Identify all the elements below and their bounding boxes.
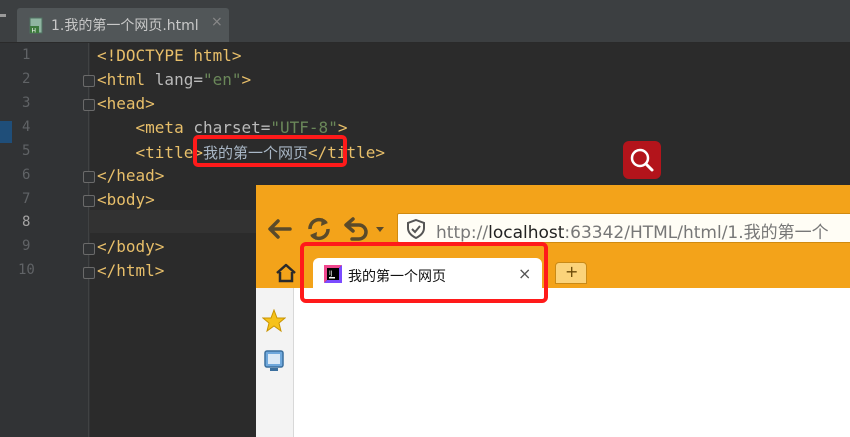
code-attr: lang= (154, 70, 203, 89)
code-line-3[interactable]: <head> (97, 94, 155, 113)
code-tag: <html (97, 70, 155, 89)
line-number: 4 (22, 119, 31, 135)
line-number-gutter (0, 43, 90, 437)
html-file-icon: H (29, 17, 43, 34)
url-text[interactable]: http://localhost:63342/HTML/html/1.我的第一个 (436, 218, 829, 243)
code-line-7[interactable]: <body> (97, 190, 155, 209)
fold-marker-icon[interactable] (83, 243, 95, 255)
gutter-marker (0, 121, 12, 143)
code-tag: <title> (97, 143, 203, 162)
fold-marker-icon[interactable] (83, 99, 95, 111)
search-badge[interactable] (623, 141, 661, 179)
shield-icon[interactable] (406, 219, 426, 239)
code-line-6[interactable]: </head> (97, 166, 164, 185)
url-path: :63342/HTML/html/1.我的第一个 (564, 223, 829, 243)
code-line-9[interactable]: </body> (97, 237, 164, 256)
tab-highlight-box (300, 242, 548, 303)
code-tag: <meta (97, 118, 194, 137)
editor-tab-close-icon[interactable]: × (211, 14, 223, 30)
code-line-2[interactable]: <html lang="en"> (97, 70, 251, 89)
code-tag: > (241, 70, 252, 89)
new-tab-button[interactable]: + (555, 262, 587, 284)
line-number: 1 (22, 47, 31, 63)
editor-tab-label: 1.我的第一个网页.html (51, 18, 199, 34)
reload-icon[interactable] (304, 214, 334, 244)
home-icon[interactable] (275, 262, 297, 284)
panel-collapse-marker[interactable] (0, 14, 6, 17)
fold-marker-icon[interactable] (83, 75, 95, 87)
line-number: 10 (18, 262, 35, 278)
code-line-10[interactable]: </html> (97, 261, 164, 280)
line-number: 9 (22, 238, 31, 254)
svg-text:H: H (32, 28, 37, 35)
fold-marker-icon[interactable] (83, 267, 95, 279)
title-highlight-box (193, 135, 347, 167)
line-number: 7 (22, 191, 31, 207)
line-number: 8 (22, 214, 31, 230)
star-icon[interactable] (262, 309, 286, 333)
back-arrow-icon[interactable] (264, 215, 294, 243)
line-number: 3 (22, 95, 31, 111)
fold-marker-icon[interactable] (83, 195, 95, 207)
undo-icon[interactable] (343, 216, 387, 242)
magnifier-icon (630, 148, 654, 172)
line-number: 2 (22, 71, 31, 87)
url-prefix: http:// (436, 223, 489, 243)
plus-icon: + (565, 262, 579, 281)
code-line-1[interactable]: <!DOCTYPE html> (97, 46, 242, 65)
line-number: 6 (22, 167, 31, 183)
fold-marker-icon[interactable] (83, 171, 95, 183)
monitor-icon[interactable] (264, 350, 284, 372)
url-host: localhost (488, 223, 565, 243)
code-string: "en" (202, 70, 242, 89)
line-number: 5 (22, 143, 31, 159)
